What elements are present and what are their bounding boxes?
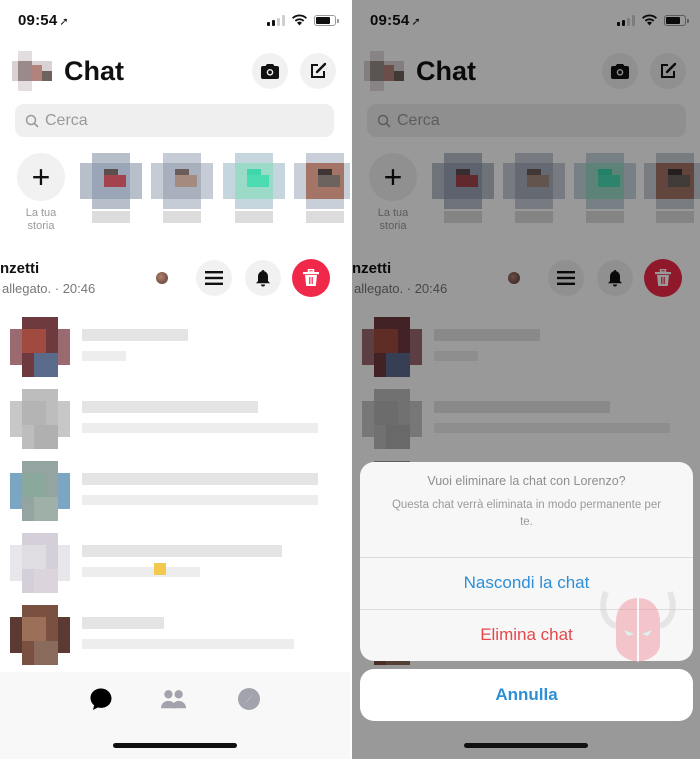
chat-preview: allegato. · 20:46 <box>2 281 96 296</box>
chat-preview-redacted <box>82 351 126 361</box>
add-story-label: La tua storia <box>25 207 57 232</box>
battery-icon <box>314 14 339 26</box>
status-bar: 09:54 ➚ <box>18 10 339 30</box>
chat-name: nzetti <box>0 260 40 277</box>
more-button[interactable] <box>196 260 232 296</box>
search-input[interactable]: Cerca <box>15 104 334 137</box>
chat-avatar <box>10 317 70 377</box>
chat-list-item[interactable] <box>10 461 340 523</box>
wifi-icon <box>292 14 307 26</box>
page-title: Chat <box>64 55 124 86</box>
chat-list-item[interactable] <box>10 533 340 595</box>
chat-name-redacted <box>82 401 258 413</box>
time-text: 09:54 <box>18 11 58 29</box>
delete-button[interactable] <box>292 259 330 297</box>
pixelated-block <box>22 473 46 497</box>
emoji-redacted <box>154 563 166 575</box>
chat-name-redacted <box>82 617 164 629</box>
location-arrow-icon: ➚ <box>59 15 69 28</box>
search-placeholder: Cerca <box>45 111 88 129</box>
pixelated-block <box>34 497 58 521</box>
bell-icon <box>256 270 270 287</box>
story-item[interactable] <box>151 153 214 223</box>
chat-name-redacted <box>82 329 188 341</box>
chat-avatar <box>10 605 70 665</box>
pixelated-block <box>22 617 46 641</box>
stories-row: + La tua storia <box>17 153 350 243</box>
header: Chat <box>12 48 336 94</box>
pixelated-block <box>317 175 340 187</box>
chat-preview-redacted <box>82 639 294 649</box>
chat-preview-redacted <box>82 567 200 577</box>
pixelated-block <box>305 211 344 223</box>
chat-name-redacted <box>82 473 318 485</box>
compass-icon <box>238 688 260 710</box>
people-tab[interactable] <box>161 686 187 712</box>
dialog-title: Vuoi eliminare la chat con Lorenzo? <box>427 474 626 488</box>
chat-list-item[interactable] <box>10 605 340 667</box>
story-item[interactable] <box>222 153 285 223</box>
home-indicator[interactable] <box>464 743 588 748</box>
compose-button[interactable] <box>300 53 336 89</box>
pixelated-block <box>246 175 269 187</box>
status-time: 09:54 ➚ <box>18 12 69 29</box>
swiped-chat-row[interactable]: nzetti allegato. · 20:46 <box>0 255 350 303</box>
pixelated-block <box>92 211 130 223</box>
pixelated-block <box>34 353 58 377</box>
pixelated-block <box>34 425 58 449</box>
profile-avatar[interactable] <box>12 51 52 91</box>
pixelated-block <box>163 211 202 223</box>
trash-icon <box>303 269 319 286</box>
pixelated-block <box>22 329 46 353</box>
camera-button[interactable] <box>252 53 288 89</box>
chat-list-item[interactable] <box>10 389 340 451</box>
people-icon <box>161 690 187 709</box>
pixelated-block <box>34 641 58 665</box>
pixelated-block <box>22 545 46 569</box>
read-receipt-avatar <box>156 272 168 284</box>
status-icons <box>267 14 339 26</box>
watermark-logo-icon <box>600 590 676 662</box>
chat-avatar <box>10 389 70 449</box>
chat-avatar <box>10 533 70 593</box>
camera-icon <box>261 63 279 79</box>
search-icon <box>25 114 39 128</box>
story-item[interactable] <box>80 153 142 223</box>
pixelated-block <box>175 175 198 187</box>
chats-tab[interactable] <box>88 686 114 712</box>
compose-icon <box>311 62 327 78</box>
chat-name-redacted <box>82 545 282 557</box>
pixelated-block <box>34 569 58 593</box>
pixelated-block <box>234 211 273 223</box>
chat-avatar <box>10 461 70 521</box>
menu-icon <box>205 271 223 285</box>
chat-list-item[interactable] <box>10 317 340 379</box>
story-item[interactable] <box>293 153 350 223</box>
cancel-button[interactable]: Annulla <box>360 669 693 721</box>
dialog-message: Questa chat verrà eliminata in modo perm… <box>391 499 662 528</box>
chat-preview-redacted <box>82 423 318 433</box>
mute-button[interactable] <box>245 260 281 296</box>
pixelated-block <box>104 175 126 187</box>
bottom-nav <box>0 672 350 759</box>
add-story-button[interactable]: + La tua storia <box>17 153 65 243</box>
screen-chat-list: 09:54 ➚ Chat Cerca + La tua storia nzett… <box>0 0 350 759</box>
home-indicator[interactable] <box>113 743 237 748</box>
chat-preview-redacted <box>82 495 318 505</box>
pixelated-block <box>22 401 46 425</box>
signal-icon <box>267 14 285 26</box>
discover-tab[interactable] <box>236 686 262 712</box>
chat-bubble-icon <box>90 688 112 710</box>
plus-icon: + <box>17 153 65 201</box>
